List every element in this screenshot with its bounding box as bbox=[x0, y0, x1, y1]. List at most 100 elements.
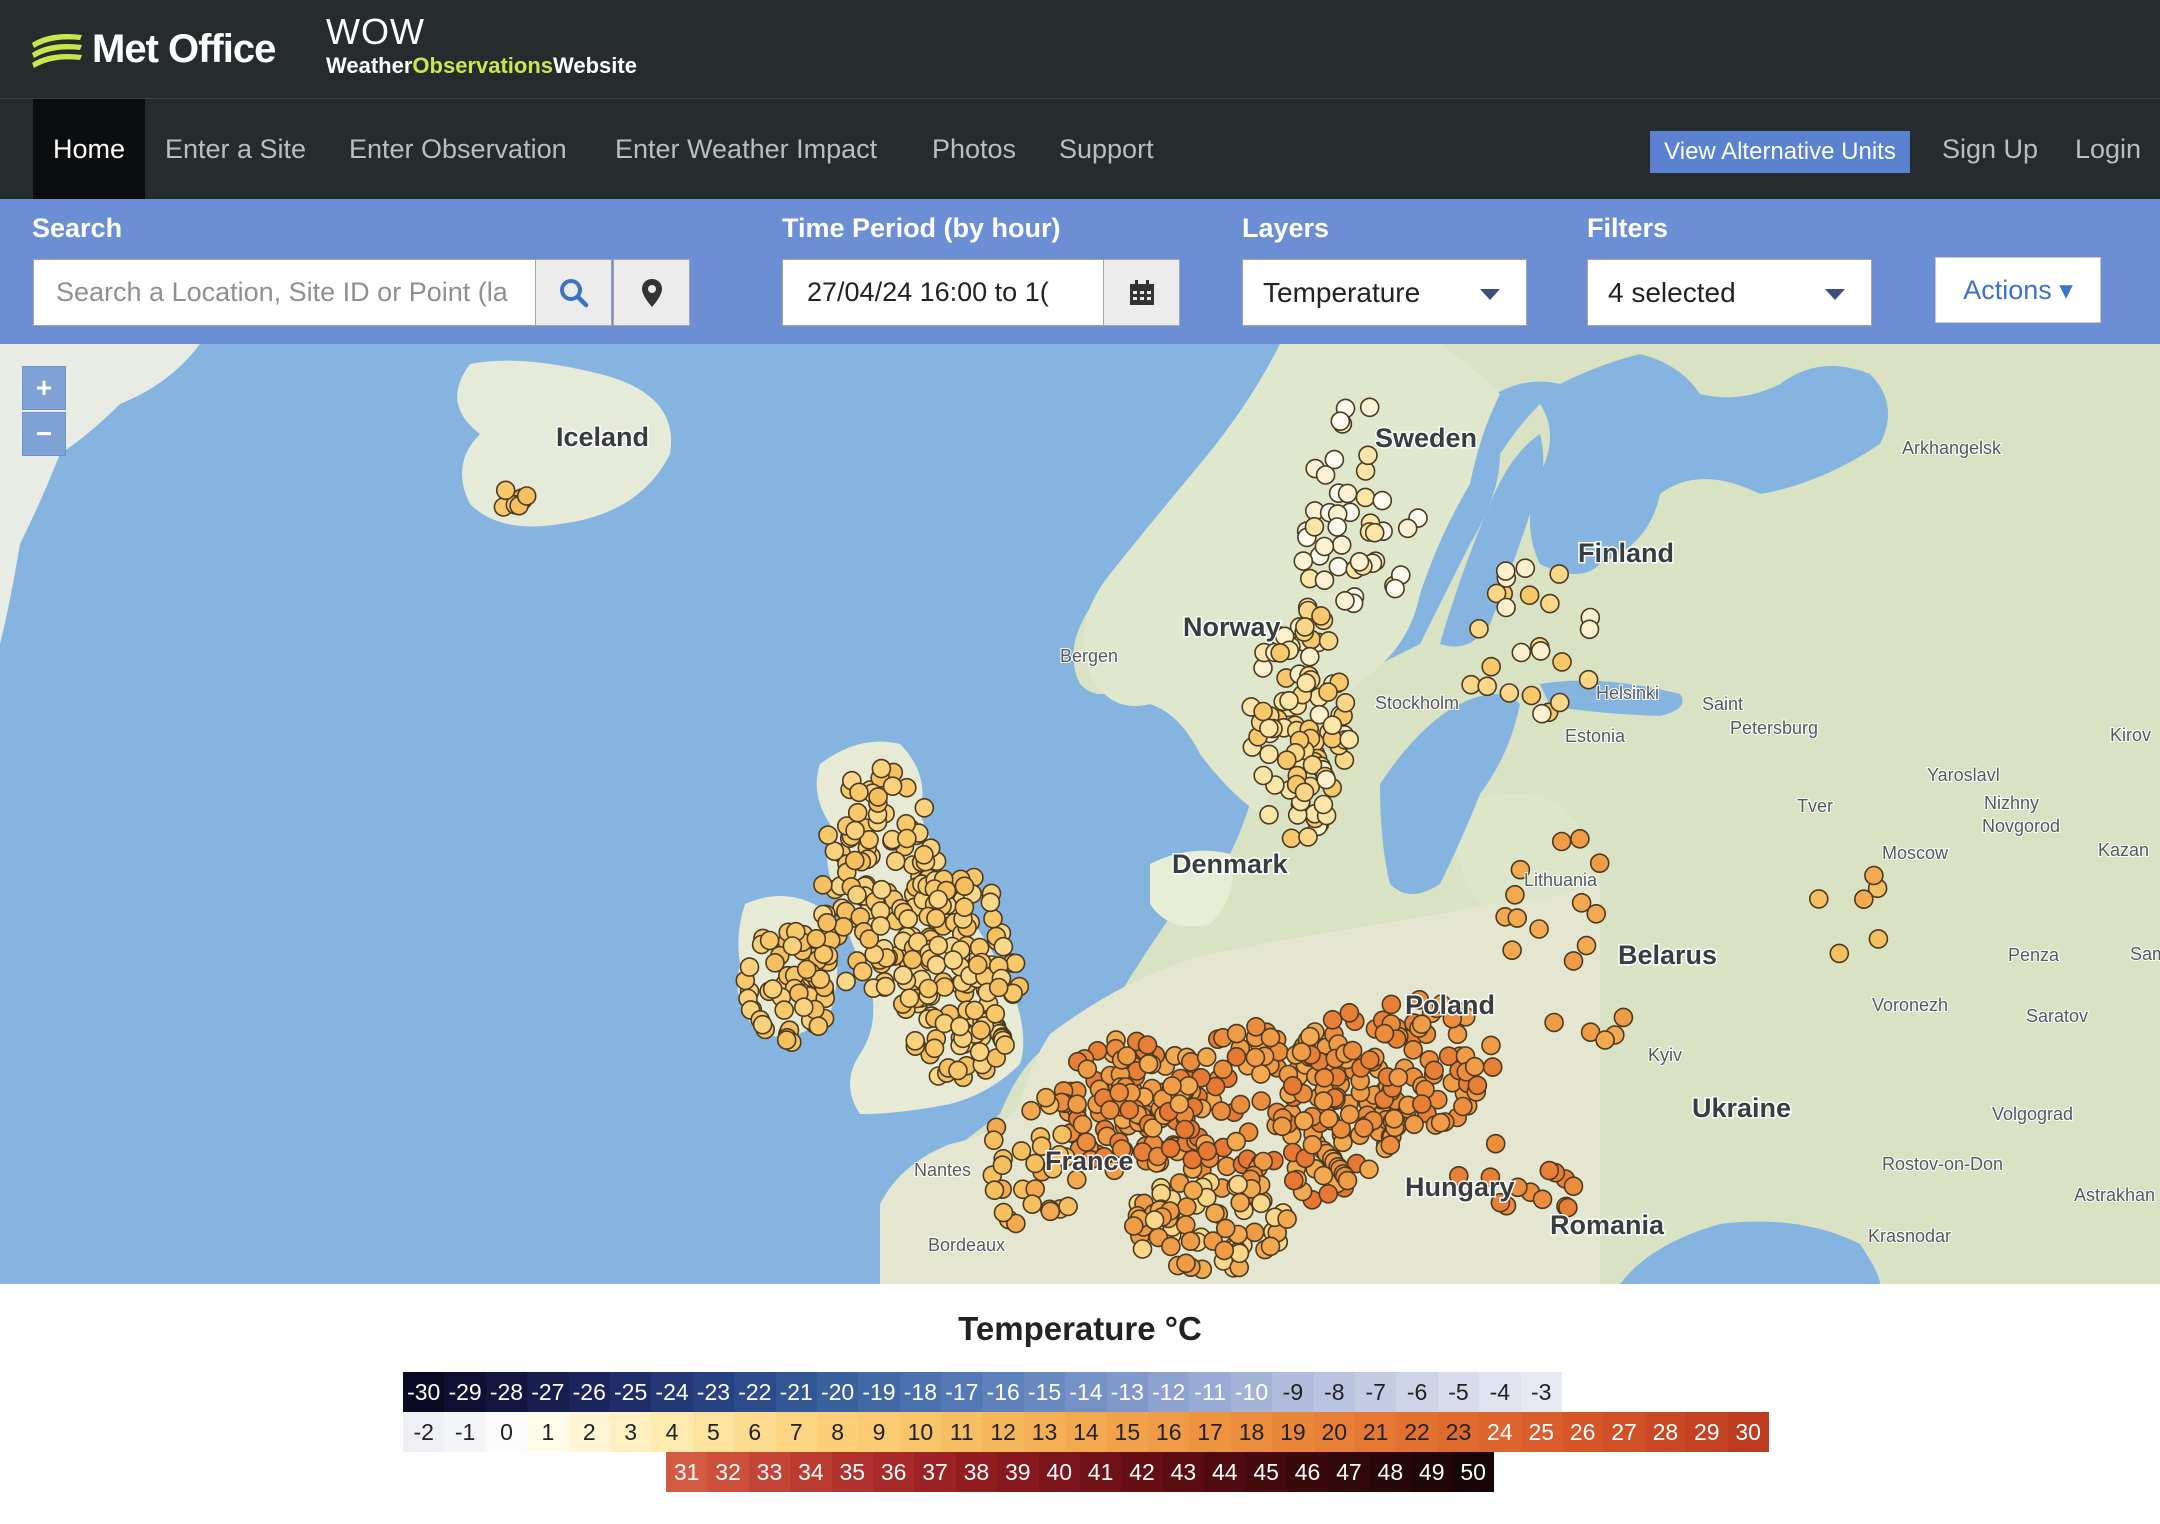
search-button[interactable] bbox=[535, 259, 612, 326]
observation-map[interactable]: Iceland Sweden Finland Norway Arkhangelsk Ber… bbox=[0, 344, 2160, 1284]
legend-cell: 48 bbox=[1369, 1452, 1412, 1492]
map-marker-icon bbox=[641, 278, 662, 307]
legend-cell: 45 bbox=[1245, 1452, 1287, 1492]
legend-cell: -14 bbox=[1065, 1372, 1107, 1412]
place-label: Denmark bbox=[1172, 849, 1289, 879]
legend-cell: -10 bbox=[1230, 1372, 1273, 1412]
legend-cell: 41 bbox=[1079, 1452, 1122, 1492]
zoom-out-button[interactable]: − bbox=[22, 412, 66, 456]
legend-cell: -9 bbox=[1272, 1372, 1314, 1412]
legend-cell: -5 bbox=[1437, 1372, 1480, 1412]
legend-cell: 34 bbox=[790, 1452, 832, 1492]
legend-cell: -21 bbox=[775, 1372, 817, 1412]
legend-cell: 26 bbox=[1561, 1412, 1604, 1452]
legend-row-1: -30 -29 -28 -27 -26 -25 -24 -23 -22 -21 -20 -19 -18-… bbox=[403, 1372, 1562, 1412]
legend-cell: -25 bbox=[609, 1372, 652, 1412]
control-bar: Search Search a Location, Site ID or Poi… bbox=[0, 199, 2160, 344]
nav-enter-site[interactable]: Enter a Site bbox=[145, 99, 326, 199]
legend-cell: 1 bbox=[527, 1412, 569, 1452]
legend-cell: 31 bbox=[666, 1452, 708, 1492]
legend-cell: 6 bbox=[734, 1412, 776, 1452]
layers-select[interactable]: Temperature bbox=[1242, 259, 1527, 326]
place-label: Volgograd bbox=[1992, 1104, 2073, 1124]
calendar-icon bbox=[1129, 279, 1154, 305]
place-label: Hungary bbox=[1405, 1172, 1515, 1202]
legend-cell: 40 bbox=[1038, 1452, 1080, 1492]
nav-support[interactable]: Support bbox=[1039, 99, 1174, 199]
place-label: Voronezh bbox=[1872, 995, 1948, 1015]
wow-branding[interactable]: WOW WeatherObservationsWebsite bbox=[326, 12, 637, 80]
calendar-button[interactable] bbox=[1103, 259, 1180, 326]
chevron-down-icon bbox=[1825, 289, 1845, 300]
met-office-logo[interactable]: Met Office bbox=[30, 26, 276, 72]
legend-cell: 9 bbox=[858, 1412, 900, 1452]
filters-select[interactable]: 4 selected bbox=[1587, 259, 1872, 326]
legend-cell: 7 bbox=[775, 1412, 817, 1452]
search-input[interactable]: Search a Location, Site ID or Point (la bbox=[33, 259, 536, 326]
view-alternative-units-button[interactable]: View Alternative Units bbox=[1650, 131, 1910, 173]
top-header: Met Office WOW WeatherObservationsWebsit… bbox=[0, 0, 2160, 99]
place-label: Kyiv bbox=[1648, 1045, 1682, 1065]
page-scrollbar[interactable] bbox=[2139, 344, 2160, 1284]
legend-cell: 17 bbox=[1189, 1412, 1231, 1452]
legend-cell: 13 bbox=[1023, 1412, 1066, 1452]
actions-button[interactable]: Actions ▾ bbox=[1935, 257, 2101, 323]
nav-enter-observation[interactable]: Enter Observation bbox=[329, 99, 587, 199]
time-period-input[interactable]: 27/04/24 16:00 to 1( bbox=[782, 259, 1104, 326]
legend-cell: 2 bbox=[568, 1412, 610, 1452]
legend-cell: -16 bbox=[982, 1372, 1024, 1412]
legend-cell: 0 bbox=[485, 1412, 528, 1452]
legend-cell: -28 bbox=[485, 1372, 528, 1412]
legend-cell: 20 bbox=[1313, 1412, 1355, 1452]
legend-cell: 21 bbox=[1354, 1412, 1397, 1452]
locate-button[interactable] bbox=[613, 259, 690, 326]
place-label: Sweden bbox=[1375, 423, 1477, 453]
legend-cell: 23 bbox=[1437, 1412, 1480, 1452]
legend-cell: -4 bbox=[1479, 1372, 1521, 1412]
legend-cell: -26 bbox=[568, 1372, 610, 1412]
nav-enter-weather-impact[interactable]: Enter Weather Impact bbox=[595, 99, 897, 199]
zoom-in-button[interactable]: + bbox=[22, 366, 66, 410]
legend-cell: 37 bbox=[914, 1452, 956, 1492]
legend-cell: 30 bbox=[1727, 1412, 1769, 1452]
layers-selected-value: Temperature bbox=[1263, 277, 1421, 308]
legend-cell: 25 bbox=[1520, 1412, 1562, 1452]
legend-cell: 29 bbox=[1686, 1412, 1728, 1452]
legend-cell: 8 bbox=[816, 1412, 859, 1452]
legend-cell: -8 bbox=[1313, 1372, 1355, 1412]
filters-selected-value: 4 selected bbox=[1608, 277, 1736, 308]
legend-cell: 14 bbox=[1065, 1412, 1107, 1452]
login-link[interactable]: Login bbox=[2075, 99, 2141, 199]
place-label: Iceland bbox=[556, 422, 649, 452]
legend-cell: -11 bbox=[1189, 1372, 1231, 1412]
place-label: Bergen bbox=[1060, 646, 1118, 666]
legend-cell: 28 bbox=[1644, 1412, 1687, 1452]
filters-label: Filters bbox=[1587, 213, 1669, 243]
legend-cell: 32 bbox=[707, 1452, 749, 1492]
legend-cell: 49 bbox=[1411, 1452, 1453, 1492]
legend-cell: 10 bbox=[899, 1412, 942, 1452]
met-office-swoosh-icon bbox=[32, 34, 82, 68]
legend-cell: -19 bbox=[858, 1372, 900, 1412]
temperature-legend: Temperature °C -30 -29 -28 -27 -26 -25 -24 -23-… bbox=[0, 1284, 2160, 1524]
legend-cell: -29 bbox=[444, 1372, 486, 1412]
place-label: France bbox=[1045, 1146, 1134, 1176]
place-label: Stockholm bbox=[1375, 693, 1459, 713]
legend-cell: -3 bbox=[1520, 1372, 1562, 1412]
place-label: Novgorod bbox=[1982, 816, 2060, 836]
place-label: Nantes bbox=[914, 1160, 971, 1180]
nav-home[interactable]: Home bbox=[33, 99, 146, 199]
sign-up-link[interactable]: Sign Up bbox=[1942, 99, 2038, 199]
place-label: Yaroslavl bbox=[1927, 765, 2000, 785]
nav-photos[interactable]: Photos bbox=[912, 99, 1036, 199]
place-label: Helsinki bbox=[1596, 683, 1659, 703]
place-label: Nizhny bbox=[1984, 793, 2039, 813]
legend-cell: 38 bbox=[955, 1452, 998, 1492]
legend-cell: -30 bbox=[403, 1372, 445, 1412]
time-period-label: Time Period (by hour) bbox=[782, 213, 1061, 243]
legend-cell: 50 bbox=[1452, 1452, 1494, 1492]
legend-cell: 5 bbox=[692, 1412, 735, 1452]
legend-cell: 18 bbox=[1230, 1412, 1273, 1452]
legend-cell: 12 bbox=[982, 1412, 1024, 1452]
place-label: Estonia bbox=[1565, 726, 1626, 746]
